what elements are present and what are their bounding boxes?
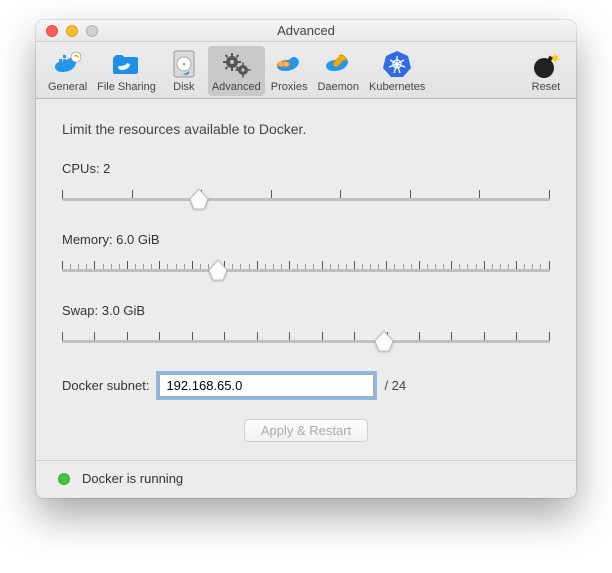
gears-icon [220,48,252,80]
swap-slider[interactable] [62,328,550,352]
tab-label: Kubernetes [369,81,425,93]
slider-track [62,198,550,201]
subnet-row: Docker subnet: / 24 [62,374,550,397]
memory-field: Memory: 6.0 GiB [62,232,550,281]
tab-label: Advanced [212,81,261,93]
window-title: Advanced [36,23,576,38]
lead-text: Limit the resources available to Docker. [62,121,550,137]
tab-label: Disk [173,81,194,93]
tab-kubernetes[interactable]: Kubernetes [365,46,429,96]
slider-track [62,340,550,343]
traffic-lights [36,25,98,37]
content-area: Limit the resources available to Docker.… [36,99,576,460]
memory-slider[interactable] [62,257,550,281]
titlebar: Advanced [36,20,576,42]
tab-file-sharing[interactable]: File Sharing [93,46,160,96]
subnet-suffix: / 24 [384,378,406,393]
tab-label: File Sharing [97,81,156,93]
tab-label: Daemon [317,81,359,93]
tab-disk[interactable]: Disk [162,46,206,96]
masked-whale-icon [273,48,305,80]
slider-thumb[interactable] [190,189,208,209]
zoom-icon [86,25,98,37]
status-indicator-icon [58,473,70,485]
tab-general[interactable]: General [44,46,91,96]
slider-thumb[interactable] [209,260,227,280]
tab-daemon[interactable]: Daemon [313,46,363,96]
close-icon[interactable] [46,25,58,37]
whale-wrench-icon [322,48,354,80]
tab-proxies[interactable]: Proxies [267,46,312,96]
kubernetes-icon [381,48,413,80]
subnet-input[interactable] [159,374,374,397]
cpus-slider[interactable] [62,186,550,210]
cpus-field: CPUs: 2 [62,161,550,210]
memory-label: Memory: 6.0 GiB [62,232,550,247]
bomb-icon [530,48,562,80]
status-text: Docker is running [82,471,183,486]
swap-field: Swap: 3.0 GiB [62,303,550,352]
slider-thumb[interactable] [375,331,393,351]
tab-label: General [48,81,87,93]
tab-label: Proxies [271,81,308,93]
apply-restart-button: Apply & Restart [244,419,368,442]
swap-label: Swap: 3.0 GiB [62,303,550,318]
minimize-icon[interactable] [66,25,78,37]
disk-icon [168,48,200,80]
folder-whale-icon [110,48,142,80]
slider-track [62,269,550,272]
toolbar-items: General File Sharing Disk [44,46,429,96]
cpus-label: CPUs: 2 [62,161,550,176]
reset-label: Reset [532,81,561,93]
preferences-window: Advanced General File Sharing Disk [36,20,576,498]
whale-badge-icon [52,48,84,80]
subnet-label: Docker subnet: [62,378,149,393]
status-bar: Docker is running [36,460,576,498]
reset-button[interactable]: Reset [524,46,568,96]
toolbar: General File Sharing Disk [36,42,576,99]
tab-advanced[interactable]: Advanced [208,46,265,96]
